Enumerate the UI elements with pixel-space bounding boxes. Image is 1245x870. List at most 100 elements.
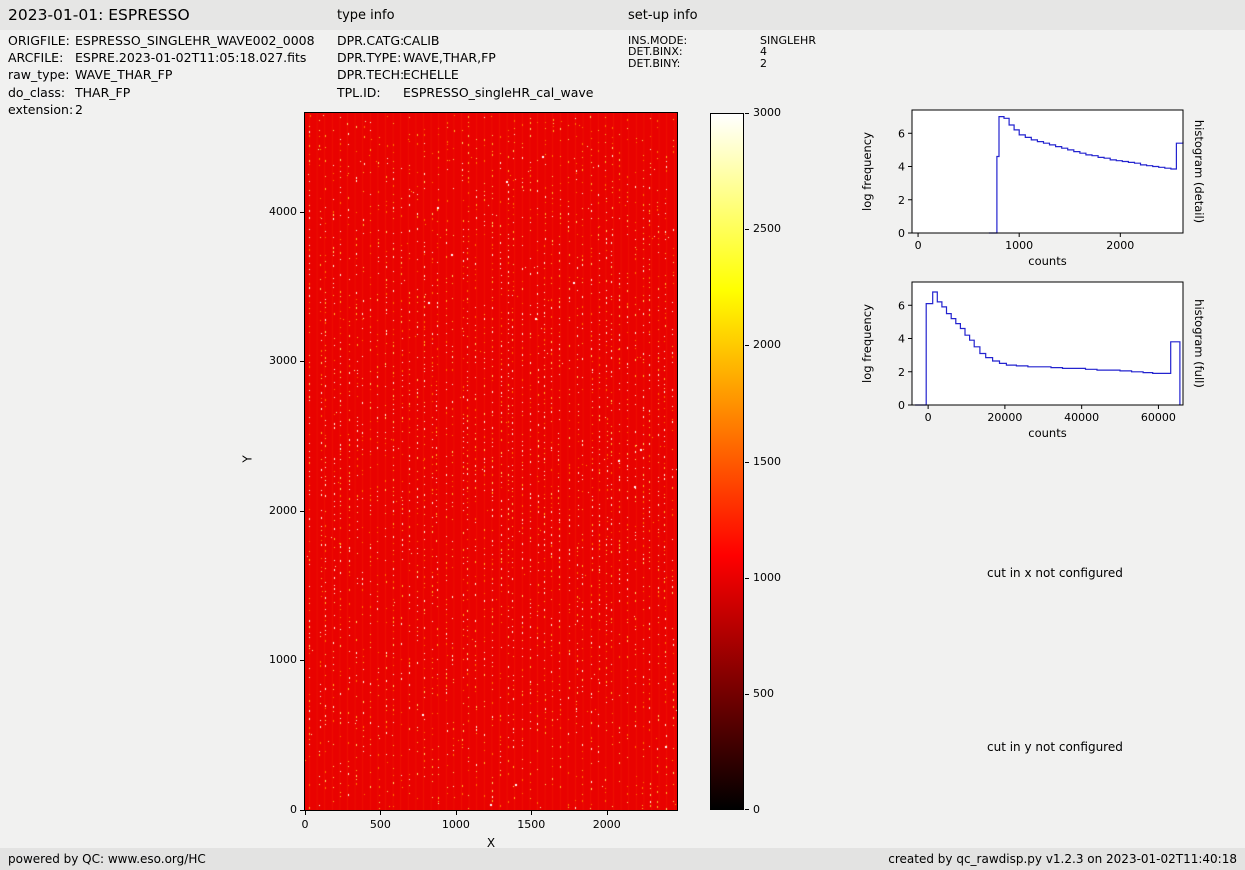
setup-info-block: INS.MODE: SINGLEHR DET.BINX: 4 DET.BINY: 2 — [628, 34, 816, 70]
info-label: extension: — [8, 101, 74, 117]
type-info-row: DPR.TECH:ECHELLE — [337, 67, 593, 84]
y-tick-mark — [300, 510, 304, 512]
plot-background — [912, 110, 1183, 233]
colorbar-tick-mark — [745, 809, 749, 810]
colorbar-gradient — [710, 113, 744, 810]
y-tick-label: 6 — [898, 127, 905, 140]
raw-image-canvas — [304, 112, 678, 811]
colorbar-tick-mark — [745, 113, 749, 114]
y-tick-label: 0 — [898, 227, 905, 240]
colorbar-tick-label: 2000 — [753, 338, 781, 352]
info-value: WAVE,THAR,FP — [403, 50, 496, 66]
y-tick-label: 2000 — [269, 503, 297, 517]
y-tick-mark — [300, 810, 304, 811]
y-tick-label: 0 — [898, 399, 905, 412]
colorbar-tick-label: 0 — [753, 803, 760, 816]
y-tick-label: 3000 — [269, 354, 297, 368]
x-tick-label: 40000 — [1064, 411, 1099, 424]
colorbar-tick-mark — [745, 345, 749, 347]
y-axis-label: log frequency — [860, 304, 874, 383]
y-tick-label: 2 — [898, 366, 905, 379]
cut-y-message: cut in y not configured — [987, 740, 1123, 754]
footer-created-by: created by qc_rawdisp.py v1.2.3 on 2023-… — [888, 852, 1237, 866]
file-info-row: ORIGFILE: ESPRESSO_SINGLEHR_WAVE002_0008 — [8, 33, 315, 50]
colorbar-tick-mark — [745, 577, 749, 579]
cut-x-message: cut in x not configured — [987, 566, 1123, 580]
type-info-heading: type info — [337, 8, 395, 23]
colorbar-tick-label: 500 — [753, 686, 774, 700]
info-label: DET.BINY: — [628, 56, 681, 70]
x-tick-label: 1000 — [441, 818, 470, 831]
x-tick-label: 2000 — [1106, 239, 1134, 252]
setup-info-row: DET.BINY: 2 — [628, 56, 816, 70]
histogram-full-plot: 0 20000 40000 60000 0 2 4 6 counts log frequency h… — [860, 281, 1205, 440]
info-label: ARCFILE: — [8, 50, 64, 66]
info-label: TPL.ID: — [337, 84, 381, 100]
colorbar-tick-label: 1500 — [753, 454, 781, 468]
y-tick-mark — [300, 361, 304, 363]
x-tick-mark — [380, 811, 382, 815]
colorbar: 0 500 1000 1500 2000 2500 3000 — [710, 106, 820, 816]
info-value: ESPRESSO_singleHR_cal_wave — [403, 84, 594, 100]
y-tick-label: 6 — [898, 299, 905, 312]
info-value: ESPRE.2023-01-02T11:05:18.027.fits — [75, 50, 307, 66]
colorbar-tick-mark — [745, 229, 749, 231]
x-tick-label: 1000 — [1005, 239, 1033, 252]
x-tick-mark — [455, 811, 457, 815]
page-title: 2023-01-01: ESPRESSO — [8, 6, 190, 24]
info-value: 2 — [760, 56, 767, 70]
colorbar-tick-label: 3000 — [753, 106, 781, 119]
x-tick-mark — [531, 811, 533, 815]
x-tick-label: 500 — [369, 818, 391, 831]
info-label: ORIGFILE: — [8, 33, 70, 48]
y-axis-label: log frequency — [860, 132, 874, 211]
x-axis-label: counts — [1028, 254, 1066, 268]
colorbar-tick-mark — [745, 693, 749, 695]
histogram-detail-plot: 0 1000 2000 0 2 4 6 counts log frequency histogra… — [860, 109, 1205, 268]
info-label: raw_type: — [8, 67, 70, 83]
x-tick-label: 20000 — [987, 411, 1022, 424]
info-value: ECHELLE — [403, 67, 459, 83]
y-tick-label: 4 — [898, 333, 905, 346]
y-tick-label: 4 — [898, 161, 905, 174]
right-axis-label: histogram (detail) — [1192, 120, 1205, 223]
colorbar-tick-mark — [745, 461, 749, 463]
info-value: ESPRESSO_SINGLEHR_WAVE002_0008 — [75, 33, 315, 48]
x-tick-label: 0 — [925, 411, 932, 424]
info-label: DPR.CATG: — [337, 33, 405, 48]
y-tick-mark — [300, 660, 304, 662]
y-axis-label: Y — [240, 455, 255, 463]
footer-powered-by: powered by QC: www.eso.org/HC — [8, 852, 206, 866]
setup-info-row: INS.MODE: SINGLEHR — [628, 34, 816, 47]
header-bar: 2023-01-01: ESPRESSO type info set-up in… — [0, 0, 1245, 30]
file-info-row: raw_type: WAVE_THAR_FP — [8, 67, 315, 84]
info-label: do_class: — [8, 84, 66, 100]
y-tick-label: 1000 — [269, 653, 297, 667]
raw-image-plot: Y X 0 1000 2000 3000 4000 0 500 1000 1500 2000 — [240, 100, 705, 866]
x-tick-mark — [606, 811, 608, 815]
y-tick-label: 0 — [290, 803, 297, 816]
x-axis-label: counts — [1028, 426, 1066, 440]
right-axis-label: histogram (full) — [1192, 299, 1205, 388]
x-tick-mark — [305, 811, 306, 815]
y-tick-label: 4000 — [269, 204, 297, 218]
x-tick-label: 0 — [301, 818, 309, 831]
info-value: 2 — [75, 101, 83, 117]
x-tick-label: 0 — [915, 239, 922, 252]
info-value: SINGLEHR — [760, 34, 816, 47]
info-value: WAVE_THAR_FP — [75, 67, 173, 83]
x-tick-label: 1500 — [517, 818, 546, 831]
type-info-row: DPR.TYPE: WAVE,THAR,FP — [337, 50, 593, 67]
colorbar-tick-label: 2500 — [753, 222, 781, 236]
info-label: DPR.TECH: — [337, 67, 405, 83]
y-tick-label: 2 — [898, 194, 905, 207]
type-info-row: DPR.CATG:CALIB — [337, 33, 593, 50]
x-tick-label: 60000 — [1141, 411, 1176, 424]
plot-background — [912, 282, 1183, 405]
type-info-block: DPR.CATG:CALIB DPR.TYPE: WAVE,THAR,FP DPR… — [337, 33, 593, 102]
info-value: THAR_FP — [75, 84, 131, 100]
x-tick-label: 2000 — [592, 818, 621, 831]
colorbar-tick-label: 1000 — [753, 570, 781, 584]
footer-bar: powered by QC: www.eso.org/HC created by… — [0, 848, 1245, 870]
y-tick-mark — [300, 211, 304, 213]
